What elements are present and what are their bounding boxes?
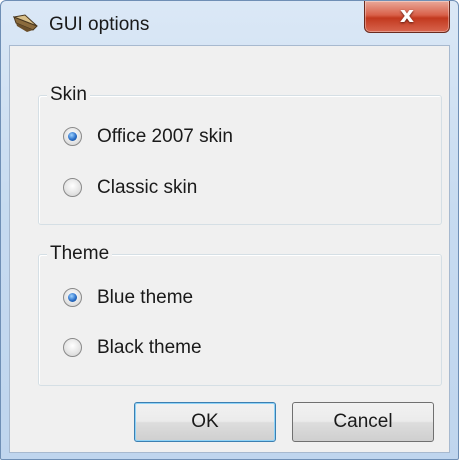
radio-button-checked[interactable] [63, 127, 82, 146]
radio-button-unchecked[interactable] [63, 338, 82, 357]
dialog-client-area: Skin Office 2007 skin Classic skin Theme… [9, 45, 450, 453]
skin-group-legend: Skin [47, 82, 90, 108]
title-bar[interactable]: GUI options x [1, 1, 458, 45]
window-title: GUI options [49, 14, 150, 35]
cancel-button[interactable]: Cancel [292, 402, 434, 442]
close-icon[interactable]: x [365, 3, 449, 28]
theme-groupbox: Theme Blue theme Black theme [38, 241, 442, 386]
application-icon [12, 11, 39, 33]
radio-label[interactable]: Classic skin [97, 175, 197, 201]
radio-label[interactable]: Blue theme [97, 285, 193, 311]
radio-button-unchecked[interactable] [63, 178, 82, 197]
radio-label[interactable]: Black theme [97, 335, 202, 361]
skin-groupbox: Skin Office 2007 skin Classic skin [38, 82, 442, 225]
ok-button[interactable]: OK [134, 402, 276, 442]
radio-label[interactable]: Office 2007 skin [97, 124, 233, 150]
close-button[interactable]: x [364, 1, 450, 33]
dialog-window: GUI options x Skin Office 2007 skin Clas… [0, 0, 459, 460]
radio-button-checked[interactable] [63, 288, 82, 307]
theme-group-legend: Theme [47, 241, 113, 267]
